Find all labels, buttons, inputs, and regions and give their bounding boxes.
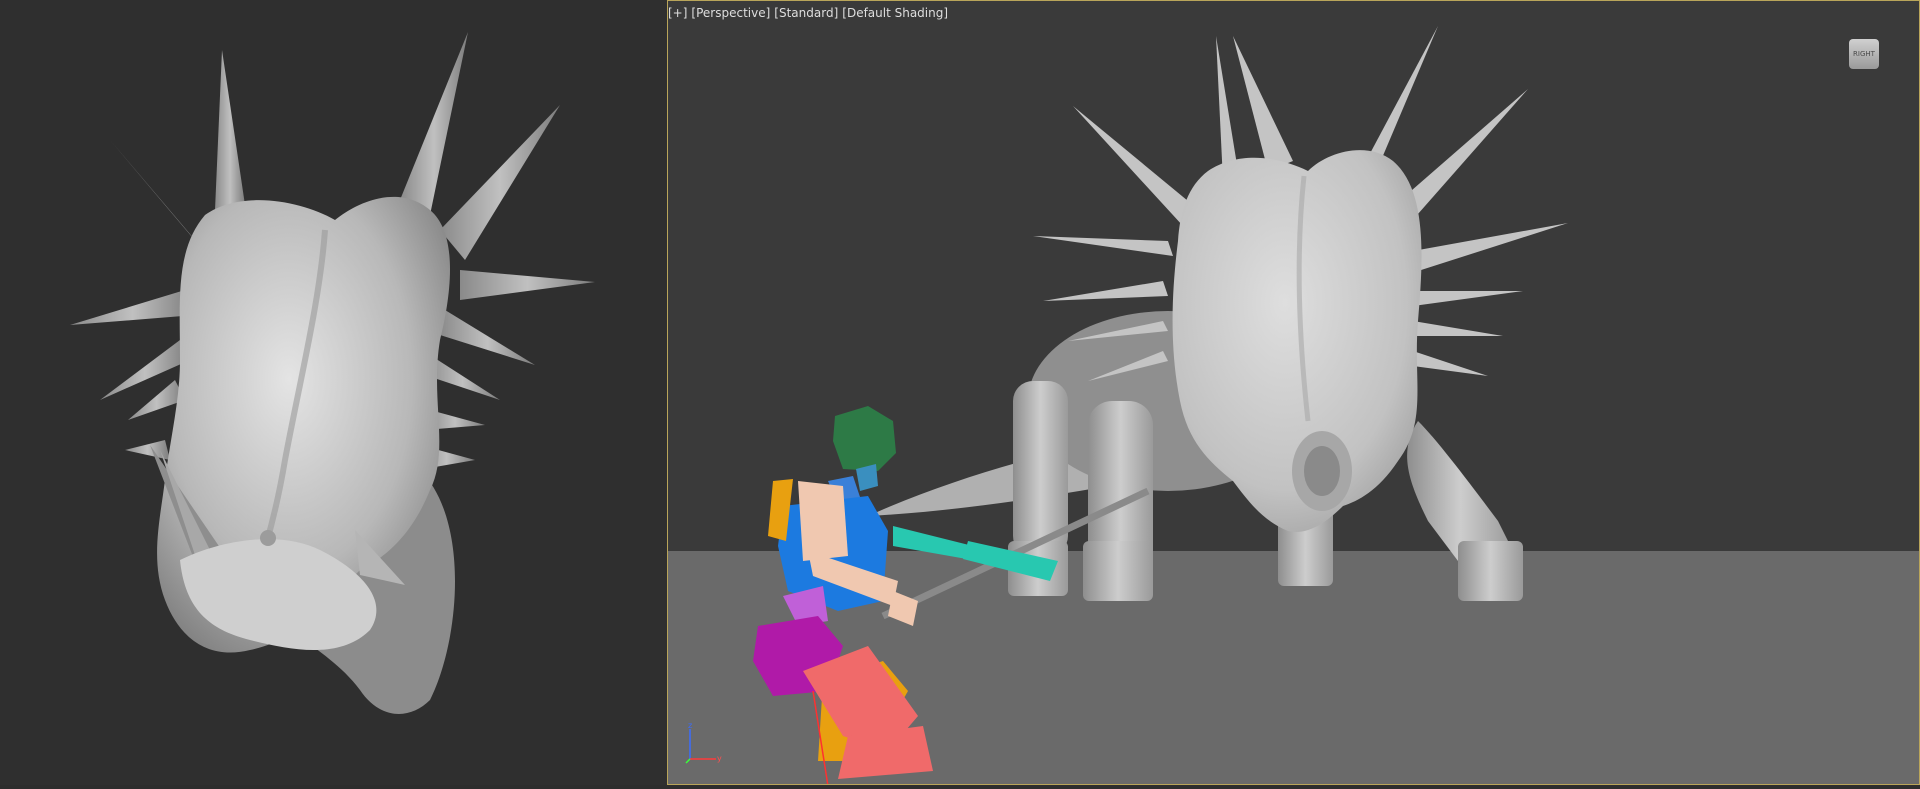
viewport-label: [+] [Perspective] [Standard] [Default Shadi…: [668, 6, 952, 20]
sculpted-dinosaur-head: [70, 32, 595, 714]
mannequin-head: [833, 406, 896, 471]
viewport-shading-mode[interactable]: [Default Shading]: [842, 6, 948, 20]
viewport-menu-button[interactable]: [+]: [668, 6, 687, 20]
viewcube[interactable]: RIGHT: [1849, 39, 1879, 69]
perspective-viewport[interactable]: z y [+] [Perspective] [Standard] [Default S…: [667, 0, 1920, 785]
viewport-scene: z y: [668, 26, 1919, 784]
viewcube-label: RIGHT: [1853, 50, 1875, 58]
viewport-view-type[interactable]: [Perspective]: [691, 6, 770, 20]
axis-y-label: y: [717, 754, 722, 763]
sculpt-reference-panel: [0, 0, 667, 785]
viewport-render-mode[interactable]: [Standard]: [774, 6, 838, 20]
axis-z-label: z: [688, 721, 692, 730]
